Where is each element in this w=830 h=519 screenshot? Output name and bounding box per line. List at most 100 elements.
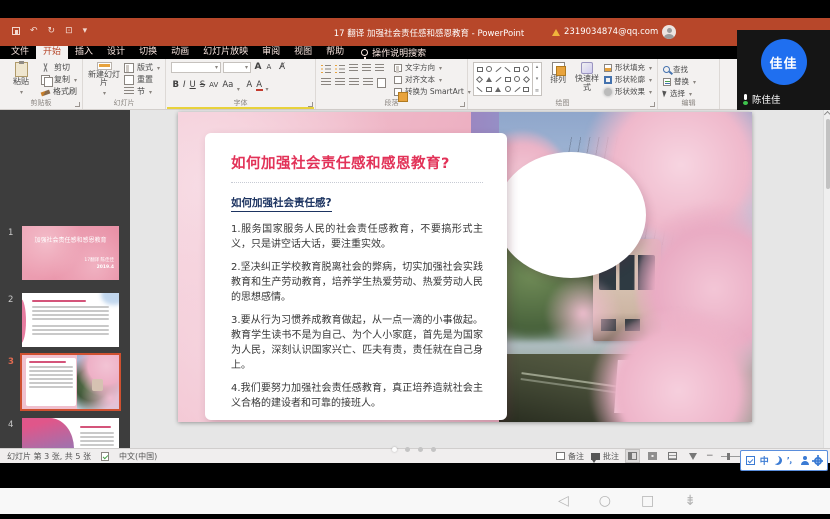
tab-home[interactable]: 开始 xyxy=(36,46,68,59)
shapes-gallery[interactable] xyxy=(473,62,533,96)
slide-thumbnail-panel[interactable]: 1 加强社会责任感和感恩教育 17翻译 陈佳佳 2019.4 2 xyxy=(0,110,130,448)
ime-user-icon[interactable] xyxy=(800,456,809,465)
thumbnail-slide-3[interactable] xyxy=(22,355,119,409)
tab-slideshow[interactable]: 幻灯片放映 xyxy=(196,46,255,59)
start-slideshow-button[interactable]: ⊡ xyxy=(65,26,73,36)
replace-button[interactable]: 替换 xyxy=(663,76,696,87)
language-text[interactable]: 中文(中国) xyxy=(119,451,157,462)
slide-text-box[interactable]: 如何加强社会责任感和感恩教育? 如何加强社会责任感? 1.服务国家服务人民的社会… xyxy=(205,133,507,420)
change-case-button[interactable]: Aa xyxy=(221,80,235,91)
slide-canvas[interactable]: 如何加强社会责任感和感恩教育? 如何加强社会责任感? 1.服务国家服务人民的社会… xyxy=(130,110,830,448)
tab-file[interactable]: 文件 xyxy=(4,46,36,59)
clear-formatting-button[interactable]: A̸ xyxy=(278,62,287,73)
slide-sorter-view-button[interactable] xyxy=(646,450,659,462)
dialog-launcher-icon[interactable] xyxy=(650,102,655,107)
ime-settings-icon[interactable] xyxy=(814,457,822,465)
numbering-icon[interactable] xyxy=(335,64,345,74)
tab-help[interactable]: 帮助 xyxy=(319,46,351,59)
line-spacing-icon[interactable] xyxy=(375,64,384,73)
reset-button[interactable]: 重置 xyxy=(124,74,160,85)
text-direction-button[interactable]: 文字方向 xyxy=(394,62,471,73)
copy-button[interactable]: 复制 xyxy=(41,74,77,85)
slideshow-view-button[interactable] xyxy=(686,450,699,462)
tab-review[interactable]: 审阅 xyxy=(255,46,287,59)
find-button[interactable]: 查找 xyxy=(663,64,696,75)
bullets-icon[interactable] xyxy=(321,64,331,74)
nav-home-button[interactable]: ○ xyxy=(599,494,611,508)
ime-logo-icon[interactable] xyxy=(746,456,755,465)
shape-outline-button[interactable]: 形状轮廓 xyxy=(604,74,652,85)
underline-button[interactable]: U xyxy=(188,80,197,91)
thumbnail-item-4[interactable]: 4 xyxy=(0,418,130,448)
font-size-select[interactable] xyxy=(223,62,251,73)
ime-punctuation-button[interactable]: ’， xyxy=(787,455,796,466)
bold-button[interactable]: B xyxy=(171,80,180,91)
columns-icon[interactable] xyxy=(377,78,386,88)
highlight-color-button[interactable]: A xyxy=(245,80,254,91)
ime-chinese-mode-button[interactable]: 中 xyxy=(760,454,769,467)
thumbnail-slide-1[interactable]: 加强社会责任感和感恩教育 17翻译 陈佳佳 2019.4 xyxy=(22,226,119,280)
decrease-indent-icon[interactable] xyxy=(349,64,358,73)
format-painter-button[interactable]: 格式刷 xyxy=(41,86,77,97)
spellcheck-icon[interactable] xyxy=(101,452,109,461)
grow-font-button[interactable]: A xyxy=(253,62,263,73)
cut-button[interactable]: 剪切 xyxy=(41,62,77,73)
thumbnail-item-3[interactable]: 3 xyxy=(0,355,130,415)
comments-button[interactable]: 批注 xyxy=(591,451,619,462)
notes-button[interactable]: 备注 xyxy=(556,451,584,462)
ime-toolbar[interactable]: 中 ’， xyxy=(740,450,828,471)
tell-me-search[interactable]: 操作说明搜索 xyxy=(361,46,426,59)
thumbnail-item-2[interactable]: 2 xyxy=(0,293,130,351)
strikethrough-button[interactable]: S xyxy=(198,80,206,91)
layout-button[interactable]: 版式 xyxy=(124,62,160,73)
align-left-icon[interactable] xyxy=(321,78,331,87)
align-center-icon[interactable] xyxy=(335,78,345,87)
thumbnail-slide-2[interactable] xyxy=(22,293,119,347)
nav-hide-button[interactable]: ⇟ xyxy=(684,494,696,508)
dialog-launcher-icon[interactable] xyxy=(75,102,80,107)
save-button[interactable] xyxy=(12,26,20,36)
undo-button[interactable]: ↶ xyxy=(30,26,38,36)
redo-button[interactable]: ↻ xyxy=(48,26,56,36)
align-text-button[interactable]: 对齐文本 xyxy=(394,74,471,85)
ime-fullwidth-moon-icon[interactable] xyxy=(773,456,782,465)
tab-view[interactable]: 视图 xyxy=(287,46,319,59)
chevron-down-icon xyxy=(148,87,152,96)
zoom-out-button[interactable]: − xyxy=(706,451,714,461)
arrange-button[interactable]: 排列 xyxy=(546,62,570,98)
shape-fill-button[interactable]: 形状填充 xyxy=(604,62,652,73)
thumbnail-item-1[interactable]: 1 加强社会责任感和感恩教育 17翻译 陈佳佳 2019.4 xyxy=(0,226,130,284)
customize-qat-button[interactable]: ▾ xyxy=(83,26,88,36)
nav-back-button[interactable]: ◁ xyxy=(558,494,569,508)
canvas-scrollbar[interactable] xyxy=(823,110,830,448)
character-spacing-button[interactable]: AV xyxy=(208,80,220,91)
account-area[interactable]: 2319034874@qq.com xyxy=(552,25,676,39)
normal-view-button[interactable] xyxy=(626,450,639,462)
font-color-button[interactable]: A xyxy=(255,80,264,91)
tab-animations[interactable]: 动画 xyxy=(164,46,196,59)
shrink-font-button[interactable]: A xyxy=(265,62,273,73)
zoom-slider[interactable] xyxy=(721,456,741,457)
new-slide-button[interactable]: 新建幻灯片 xyxy=(88,62,120,98)
tab-insert[interactable]: 插入 xyxy=(68,46,100,59)
nav-recents-button[interactable]: □ xyxy=(641,494,654,508)
video-call-overlay[interactable]: 佳佳 陈佳佳 xyxy=(737,30,830,110)
paste-button[interactable]: 粘贴 xyxy=(5,62,37,98)
quick-styles-button[interactable]: 快速样式 xyxy=(574,62,600,98)
justify-icon[interactable] xyxy=(363,78,373,87)
dialog-launcher-icon[interactable] xyxy=(308,102,313,107)
shape-effects-button[interactable]: 形状效果 xyxy=(604,86,652,97)
tab-transitions[interactable]: 切换 xyxy=(132,46,164,59)
tab-design[interactable]: 设计 xyxy=(100,46,132,59)
italic-button[interactable]: I xyxy=(182,80,188,91)
section-button[interactable]: 节 xyxy=(124,86,160,97)
increase-indent-icon[interactable] xyxy=(362,64,371,73)
reading-view-button[interactable] xyxy=(666,450,679,462)
dialog-launcher-icon[interactable] xyxy=(460,102,465,107)
align-right-icon[interactable] xyxy=(349,78,359,87)
thumbnail-slide-4[interactable] xyxy=(22,418,119,448)
convert-smartart-button[interactable]: 转换为 SmartArt xyxy=(394,86,471,97)
shapes-gallery-scroll[interactable]: ▴▾≡ xyxy=(533,62,542,96)
current-slide[interactable]: 如何加强社会责任感和感恩教育? 如何加强社会责任感? 1.服务国家服务人民的社会… xyxy=(178,112,752,422)
font-name-select[interactable] xyxy=(171,62,221,73)
